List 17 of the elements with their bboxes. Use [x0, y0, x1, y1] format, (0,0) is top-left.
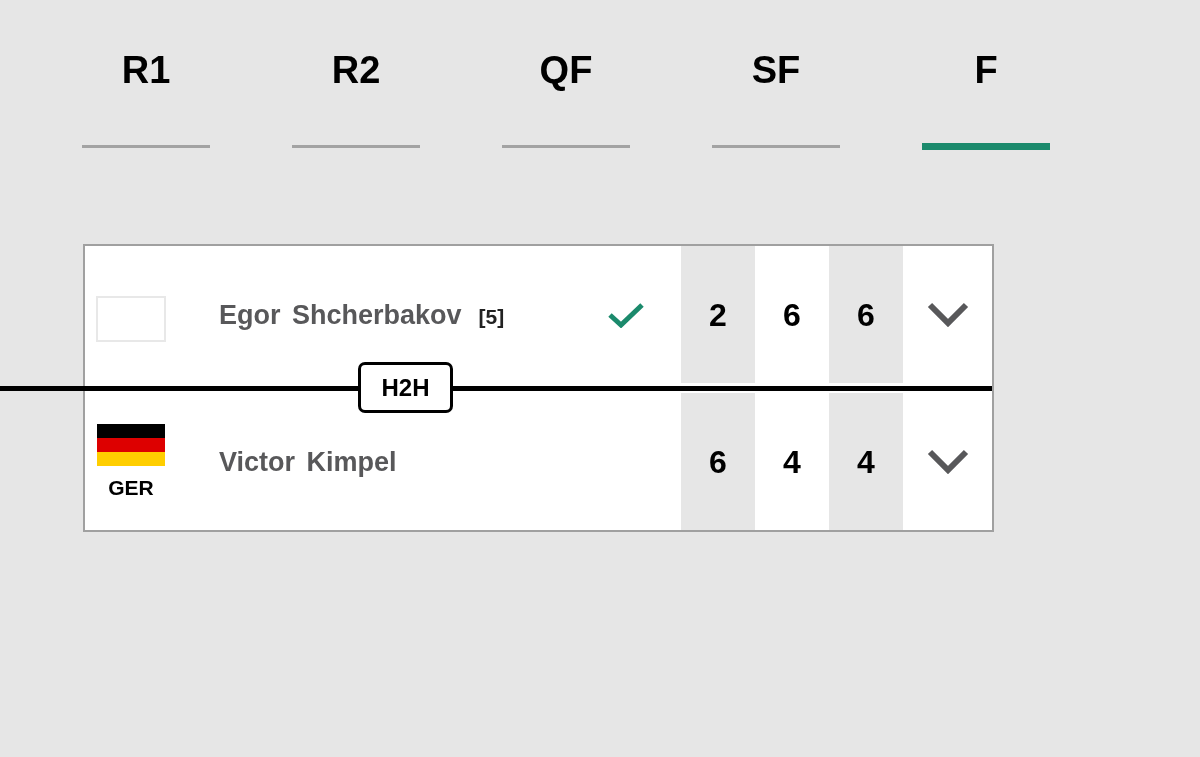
round-tab[interactable]: SF — [712, 48, 840, 150]
player-name: Egor Shcherbakov — [219, 298, 462, 331]
h2h-button[interactable]: H2H — [358, 362, 453, 413]
round-tab[interactable]: QF — [502, 48, 630, 150]
set-score: 2 — [681, 246, 755, 383]
flag-icon — [97, 423, 165, 466]
round-tab[interactable]: R2 — [292, 48, 420, 150]
set-score: 6 — [829, 246, 903, 383]
player-seed: [5] — [478, 304, 505, 329]
chevron-down-icon — [926, 302, 969, 327]
round-tab[interactable]: F — [922, 48, 1050, 150]
country-code: GER — [108, 475, 154, 500]
set-score: 6 — [681, 393, 755, 530]
chevron-down-icon — [926, 449, 969, 474]
set-score: 4 — [829, 393, 903, 530]
round-tab[interactable]: R1 — [82, 48, 210, 150]
player-name: Victor Kimpel — [219, 445, 397, 478]
